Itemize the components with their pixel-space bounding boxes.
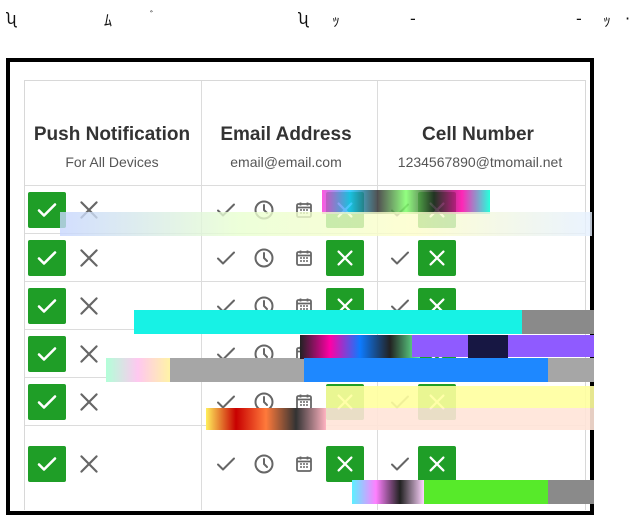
email-clock-icon[interactable] [252, 452, 276, 476]
email-disable-button[interactable] [326, 446, 364, 482]
glitch-block [60, 212, 592, 236]
email-disable-button[interactable] [326, 240, 364, 276]
header-fragment: ʯ [298, 9, 309, 28]
glitch-block [106, 358, 170, 382]
disable-push-icon[interactable] [76, 245, 102, 271]
email-calendar-icon[interactable] [292, 452, 316, 476]
cell-check-icon[interactable] [388, 452, 412, 476]
glitch-block [300, 335, 420, 359]
enable-push-button[interactable] [28, 288, 66, 324]
email-check-icon[interactable] [214, 246, 238, 270]
header-fragment: - [410, 9, 416, 28]
cell-check-icon[interactable] [388, 246, 412, 270]
glitch-block [548, 358, 594, 382]
glitch-block [352, 480, 424, 504]
header-fragment: ﾞ [150, 11, 155, 22]
glitch-block [326, 408, 594, 430]
glitch-block [170, 358, 310, 382]
glitch-block [326, 386, 594, 408]
column-title-email: Email Address [220, 124, 352, 145]
glitch-block [322, 190, 490, 214]
cell-disable-button[interactable] [418, 446, 456, 482]
disable-push-icon[interactable] [76, 389, 102, 415]
enable-push-button[interactable] [28, 384, 66, 420]
glitch-block [548, 480, 594, 504]
header-fragment: - [576, 9, 582, 28]
top-strip: ʯ ﾑ ﾞ ʯ ｯ - - ｯ · [0, 0, 634, 40]
row-divider [25, 185, 585, 186]
glitch-block [206, 408, 326, 430]
enable-push-button[interactable] [28, 336, 66, 372]
cell-disable-button[interactable] [418, 240, 456, 276]
header-fragment: ʯ [6, 9, 17, 28]
glitch-block [468, 335, 508, 359]
glitch-block [304, 358, 548, 382]
glitch-block [522, 310, 594, 334]
enable-push-button[interactable] [28, 240, 66, 276]
disable-push-icon[interactable] [76, 451, 102, 477]
column-subtitle-push: For All Devices [65, 154, 159, 170]
header-fragment: ｯ [603, 11, 612, 30]
header-fragment: · [625, 9, 631, 28]
email-calendar-icon[interactable] [292, 246, 316, 270]
disable-push-icon[interactable] [76, 341, 102, 367]
email-clock-icon[interactable] [252, 246, 276, 270]
header-fragment: ﾑ [104, 11, 113, 30]
header-fragment: ｯ [332, 11, 341, 30]
column-title-cell: Cell Number [422, 124, 534, 145]
glitch-block [134, 310, 522, 334]
enable-push-button[interactable] [28, 446, 66, 482]
glitch-block [424, 480, 548, 504]
column-subtitle-email: email@email.com [230, 154, 342, 170]
disable-push-icon[interactable] [76, 293, 102, 319]
column-divider [377, 81, 378, 510]
column-subtitle-cell: 1234567890@tmomail.net [397, 154, 563, 170]
column-title-push: Push Notification [33, 124, 191, 145]
email-check-icon[interactable] [214, 452, 238, 476]
row-divider [25, 281, 585, 282]
